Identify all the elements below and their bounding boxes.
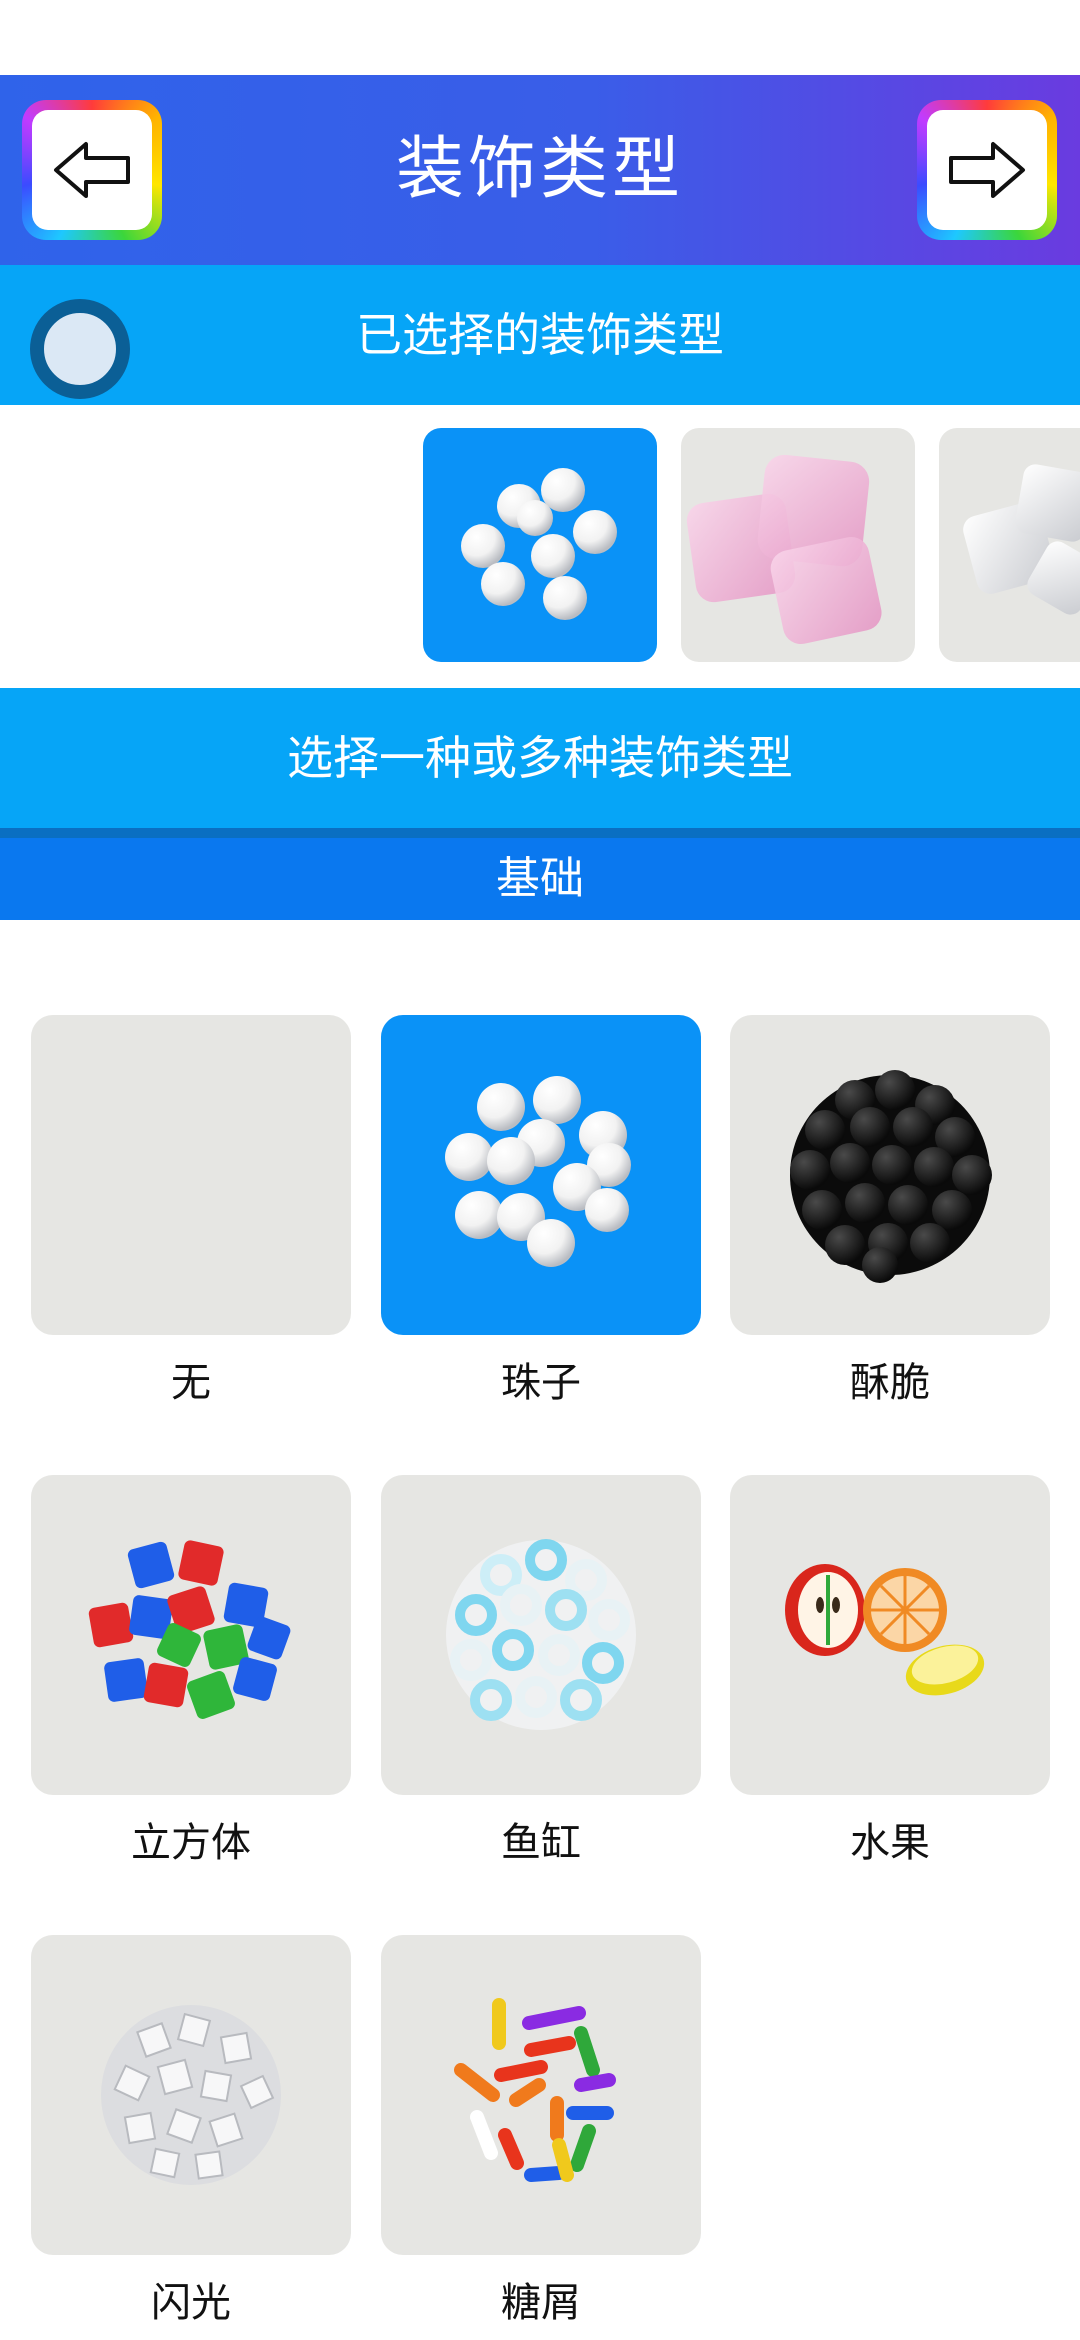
decoration-label: 珠子	[501, 1360, 581, 1406]
selected-item-pink-cubes[interactable]	[681, 428, 915, 662]
decoration-label: 闪光	[151, 2280, 231, 2326]
sprinkles-icon	[454, 1998, 616, 2182]
arrow-left-icon	[54, 142, 130, 198]
choose-types-bar: 选择一种或多种装饰类型	[0, 688, 1080, 828]
fruit-slices-icon	[785, 1564, 985, 1696]
decoration-tile-crunchy[interactable]	[730, 1015, 1050, 1335]
selected-types-bar: 已选择的装饰类型	[0, 265, 1080, 405]
next-button[interactable]	[917, 100, 1057, 240]
back-button[interactable]	[22, 100, 162, 240]
crunchy-ball-icon	[790, 1070, 992, 1283]
decoration-tile-beads[interactable]	[381, 1015, 701, 1335]
decoration-label: 酥脆	[850, 1360, 930, 1406]
beads-icon	[445, 1076, 631, 1267]
selected-types-label: 已选择的装饰类型	[356, 308, 724, 362]
arrow-right-icon	[949, 142, 1025, 198]
decoration-tile-glitter[interactable]	[31, 1935, 351, 2255]
none-icon	[31, 1015, 351, 1335]
beads-icon	[461, 468, 617, 620]
decoration-label: 立方体	[131, 1820, 251, 1866]
decoration-label: 水果	[850, 1820, 930, 1866]
fishbowl-beads-icon	[446, 1539, 636, 1730]
white-cubes-icon	[963, 464, 1080, 615]
decoration-label: 鱼缸	[501, 1820, 581, 1866]
decoration-tile-fruit[interactable]	[730, 1475, 1050, 1795]
pink-cubes-icon	[686, 454, 882, 644]
decoration-tile-none[interactable]	[31, 1015, 351, 1335]
decoration-label: 无	[171, 1360, 211, 1406]
section-header-basic: 基础	[0, 838, 1080, 920]
selection-toggle[interactable]	[30, 299, 130, 399]
decoration-tile-sprinkles[interactable]	[381, 1935, 701, 2255]
glitter-ball-icon	[101, 2005, 281, 2185]
decoration-label: 糖屑	[501, 2280, 581, 2326]
decoration-tile-fishbowl[interactable]	[381, 1475, 701, 1795]
selected-item-white-cubes[interactable]	[939, 428, 1080, 662]
header-bar: 装饰类型	[0, 75, 1080, 265]
decoration-tile-cubes[interactable]	[31, 1475, 351, 1795]
selected-item-beads[interactable]	[423, 428, 657, 662]
cubes-icon	[88, 1540, 291, 1719]
divider	[0, 828, 1080, 838]
